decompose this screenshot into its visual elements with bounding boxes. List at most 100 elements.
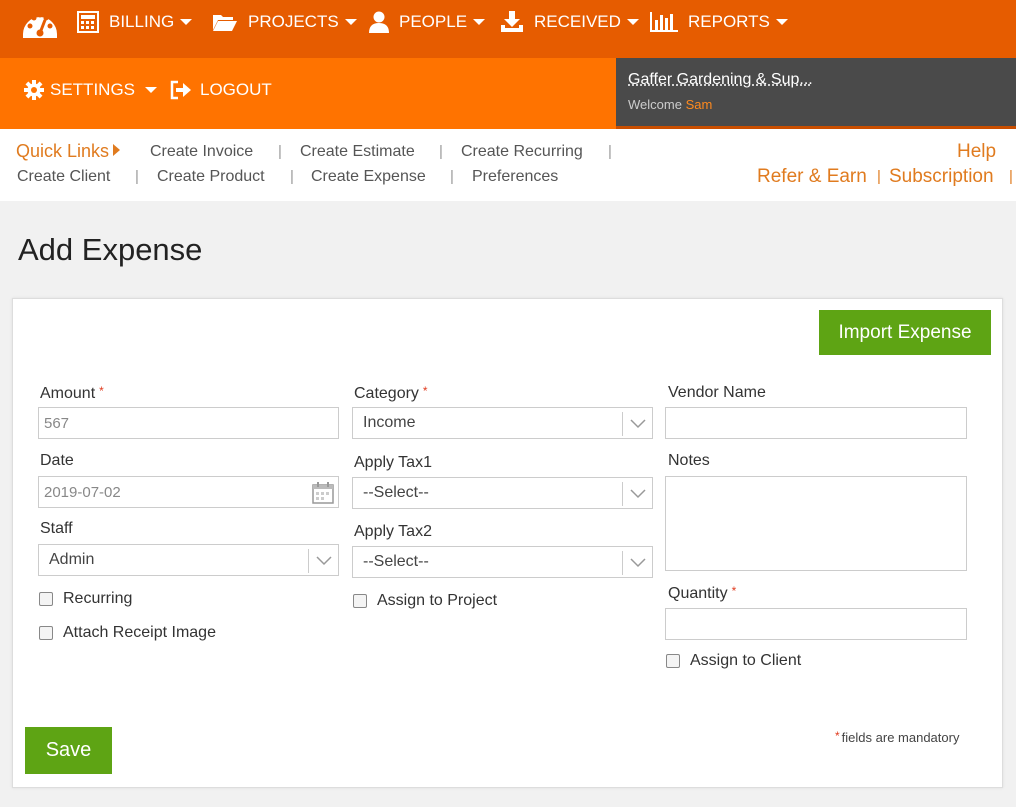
notes-textarea[interactable]: [665, 476, 967, 571]
staff-value: Admin: [49, 551, 95, 568]
caret-down-icon: [775, 19, 788, 25]
link-separator: |: [1009, 168, 1013, 185]
assign-client-label: Assign to Client: [690, 652, 802, 669]
quick-links-bar: [0, 129, 1016, 201]
subscription-link[interactable]: Subscription: [889, 166, 994, 188]
required-marker: *: [422, 384, 428, 398]
nav-projects[interactable]: PROJECTS: [212, 0, 357, 44]
assign-project-checkbox[interactable]: [353, 594, 367, 608]
settings-label: SETTINGS: [50, 80, 136, 99]
attach-receipt-checkbox[interactable]: [39, 626, 53, 640]
mandatory-note: * fields are mandatory: [835, 729, 959, 745]
caret-down-icon: [344, 19, 357, 25]
category-label-text: Category: [354, 385, 419, 402]
chevron-down-icon: [622, 551, 652, 575]
category-value: Income: [363, 414, 416, 431]
account-panel: Gaffer Gardening & Sup... Welcome Sam: [616, 58, 1016, 128]
assign-client-checkbox-row[interactable]: Assign to Client: [666, 652, 801, 670]
link-separator: |: [450, 168, 454, 185]
link-separator: |: [278, 143, 282, 160]
nav-reports[interactable]: REPORTS: [650, 0, 788, 44]
nav-settings[interactable]: SETTINGS: [24, 70, 158, 110]
vendor-input[interactable]: [665, 407, 967, 439]
import-expense-button[interactable]: Import Expense: [819, 310, 991, 355]
calendar-icon[interactable]: [312, 482, 334, 504]
required-marker: *: [99, 384, 104, 398]
recurring-checkbox[interactable]: [39, 592, 53, 606]
link-separator: |: [877, 168, 881, 185]
chevron-down-icon: [622, 482, 652, 506]
tax2-value: --Select--: [363, 553, 429, 570]
bar-chart-icon: [650, 12, 678, 32]
link-create-invoice[interactable]: Create Invoice: [150, 143, 253, 161]
caret-right-icon: [113, 144, 121, 156]
staff-select[interactable]: Admin: [38, 544, 339, 576]
mandatory-note-text: fields are mandatory: [841, 730, 960, 745]
welcome-label: Welcome: [628, 97, 682, 112]
link-preferences[interactable]: Preferences: [472, 168, 558, 186]
dashboard-icon[interactable]: [20, 6, 60, 45]
category-select[interactable]: Income: [352, 407, 653, 439]
attach-receipt-label: Attach Receipt Image: [63, 624, 216, 641]
category-label: Category *: [354, 384, 428, 403]
link-create-estimate[interactable]: Create Estimate: [300, 143, 415, 161]
tax2-label: Apply Tax2: [354, 523, 432, 540]
nav-received[interactable]: RECEIVED: [500, 0, 639, 44]
quick-links-title-text: Quick Links: [16, 141, 110, 161]
required-marker: *: [835, 729, 840, 743]
nav-billing-label: BILLING: [109, 12, 175, 31]
date-label: Date: [40, 452, 74, 469]
folder-open-icon: [213, 15, 237, 31]
link-create-recurring[interactable]: Create Recurring: [461, 143, 583, 161]
link-separator: |: [135, 168, 139, 185]
caret-down-icon: [473, 19, 486, 25]
date-input[interactable]: 2019-07-02: [38, 476, 339, 508]
tax2-select[interactable]: --Select--: [352, 546, 653, 578]
caret-down-icon: [145, 87, 158, 93]
caret-down-icon: [626, 19, 639, 25]
tax1-label: Apply Tax1: [354, 454, 432, 471]
link-create-product[interactable]: Create Product: [157, 168, 265, 186]
download-tray-icon: [501, 11, 523, 32]
nav-reports-label: REPORTS: [688, 12, 770, 31]
tax1-select[interactable]: --Select--: [352, 477, 653, 509]
refer-earn-link[interactable]: Refer & Earn: [757, 166, 867, 188]
quantity-input[interactable]: [665, 608, 967, 640]
date-value: 2019-07-02: [44, 483, 121, 501]
link-separator: |: [439, 143, 443, 160]
calculator-icon: [77, 11, 99, 33]
user-name[interactable]: Sam: [686, 97, 713, 112]
logout-label: LOGOUT: [200, 80, 272, 99]
attach-receipt-checkbox-row[interactable]: Attach Receipt Image: [39, 624, 216, 642]
vendor-label: Vendor Name: [668, 384, 766, 401]
nav-people-label: PEOPLE: [399, 12, 468, 31]
quick-links-title: Quick Links: [16, 141, 121, 162]
page-title: Add Expense: [18, 232, 203, 267]
amount-input[interactable]: 567: [38, 407, 339, 439]
caret-down-icon: [180, 19, 193, 25]
gear-icon: [24, 80, 44, 100]
assign-client-checkbox[interactable]: [666, 654, 680, 668]
required-marker: *: [731, 584, 737, 598]
nav-billing[interactable]: BILLING: [77, 0, 193, 44]
staff-label: Staff: [40, 520, 73, 537]
nav-projects-label: PROJECTS: [248, 12, 339, 31]
quantity-label: Quantity *: [668, 584, 736, 603]
nav-people[interactable]: PEOPLE: [369, 0, 486, 44]
link-create-expense[interactable]: Create Expense: [311, 168, 426, 186]
save-button[interactable]: Save: [25, 727, 112, 774]
tax1-value: --Select--: [363, 484, 429, 501]
logout-button[interactable]: LOGOUT: [170, 70, 272, 110]
assign-project-checkbox-row[interactable]: Assign to Project: [353, 592, 497, 610]
welcome-text: Welcome Sam: [628, 97, 712, 112]
recurring-checkbox-row[interactable]: Recurring: [39, 590, 132, 608]
chevron-down-icon: [622, 412, 652, 436]
notes-label: Notes: [668, 452, 710, 469]
quantity-label-text: Quantity: [668, 585, 728, 602]
link-separator: |: [608, 143, 612, 160]
help-link[interactable]: Help: [957, 141, 996, 163]
link-create-client[interactable]: Create Client: [17, 168, 110, 186]
amount-label-text: Amount: [40, 385, 96, 402]
company-name[interactable]: Gaffer Gardening & Sup...: [628, 71, 813, 89]
user-icon: [369, 11, 389, 33]
